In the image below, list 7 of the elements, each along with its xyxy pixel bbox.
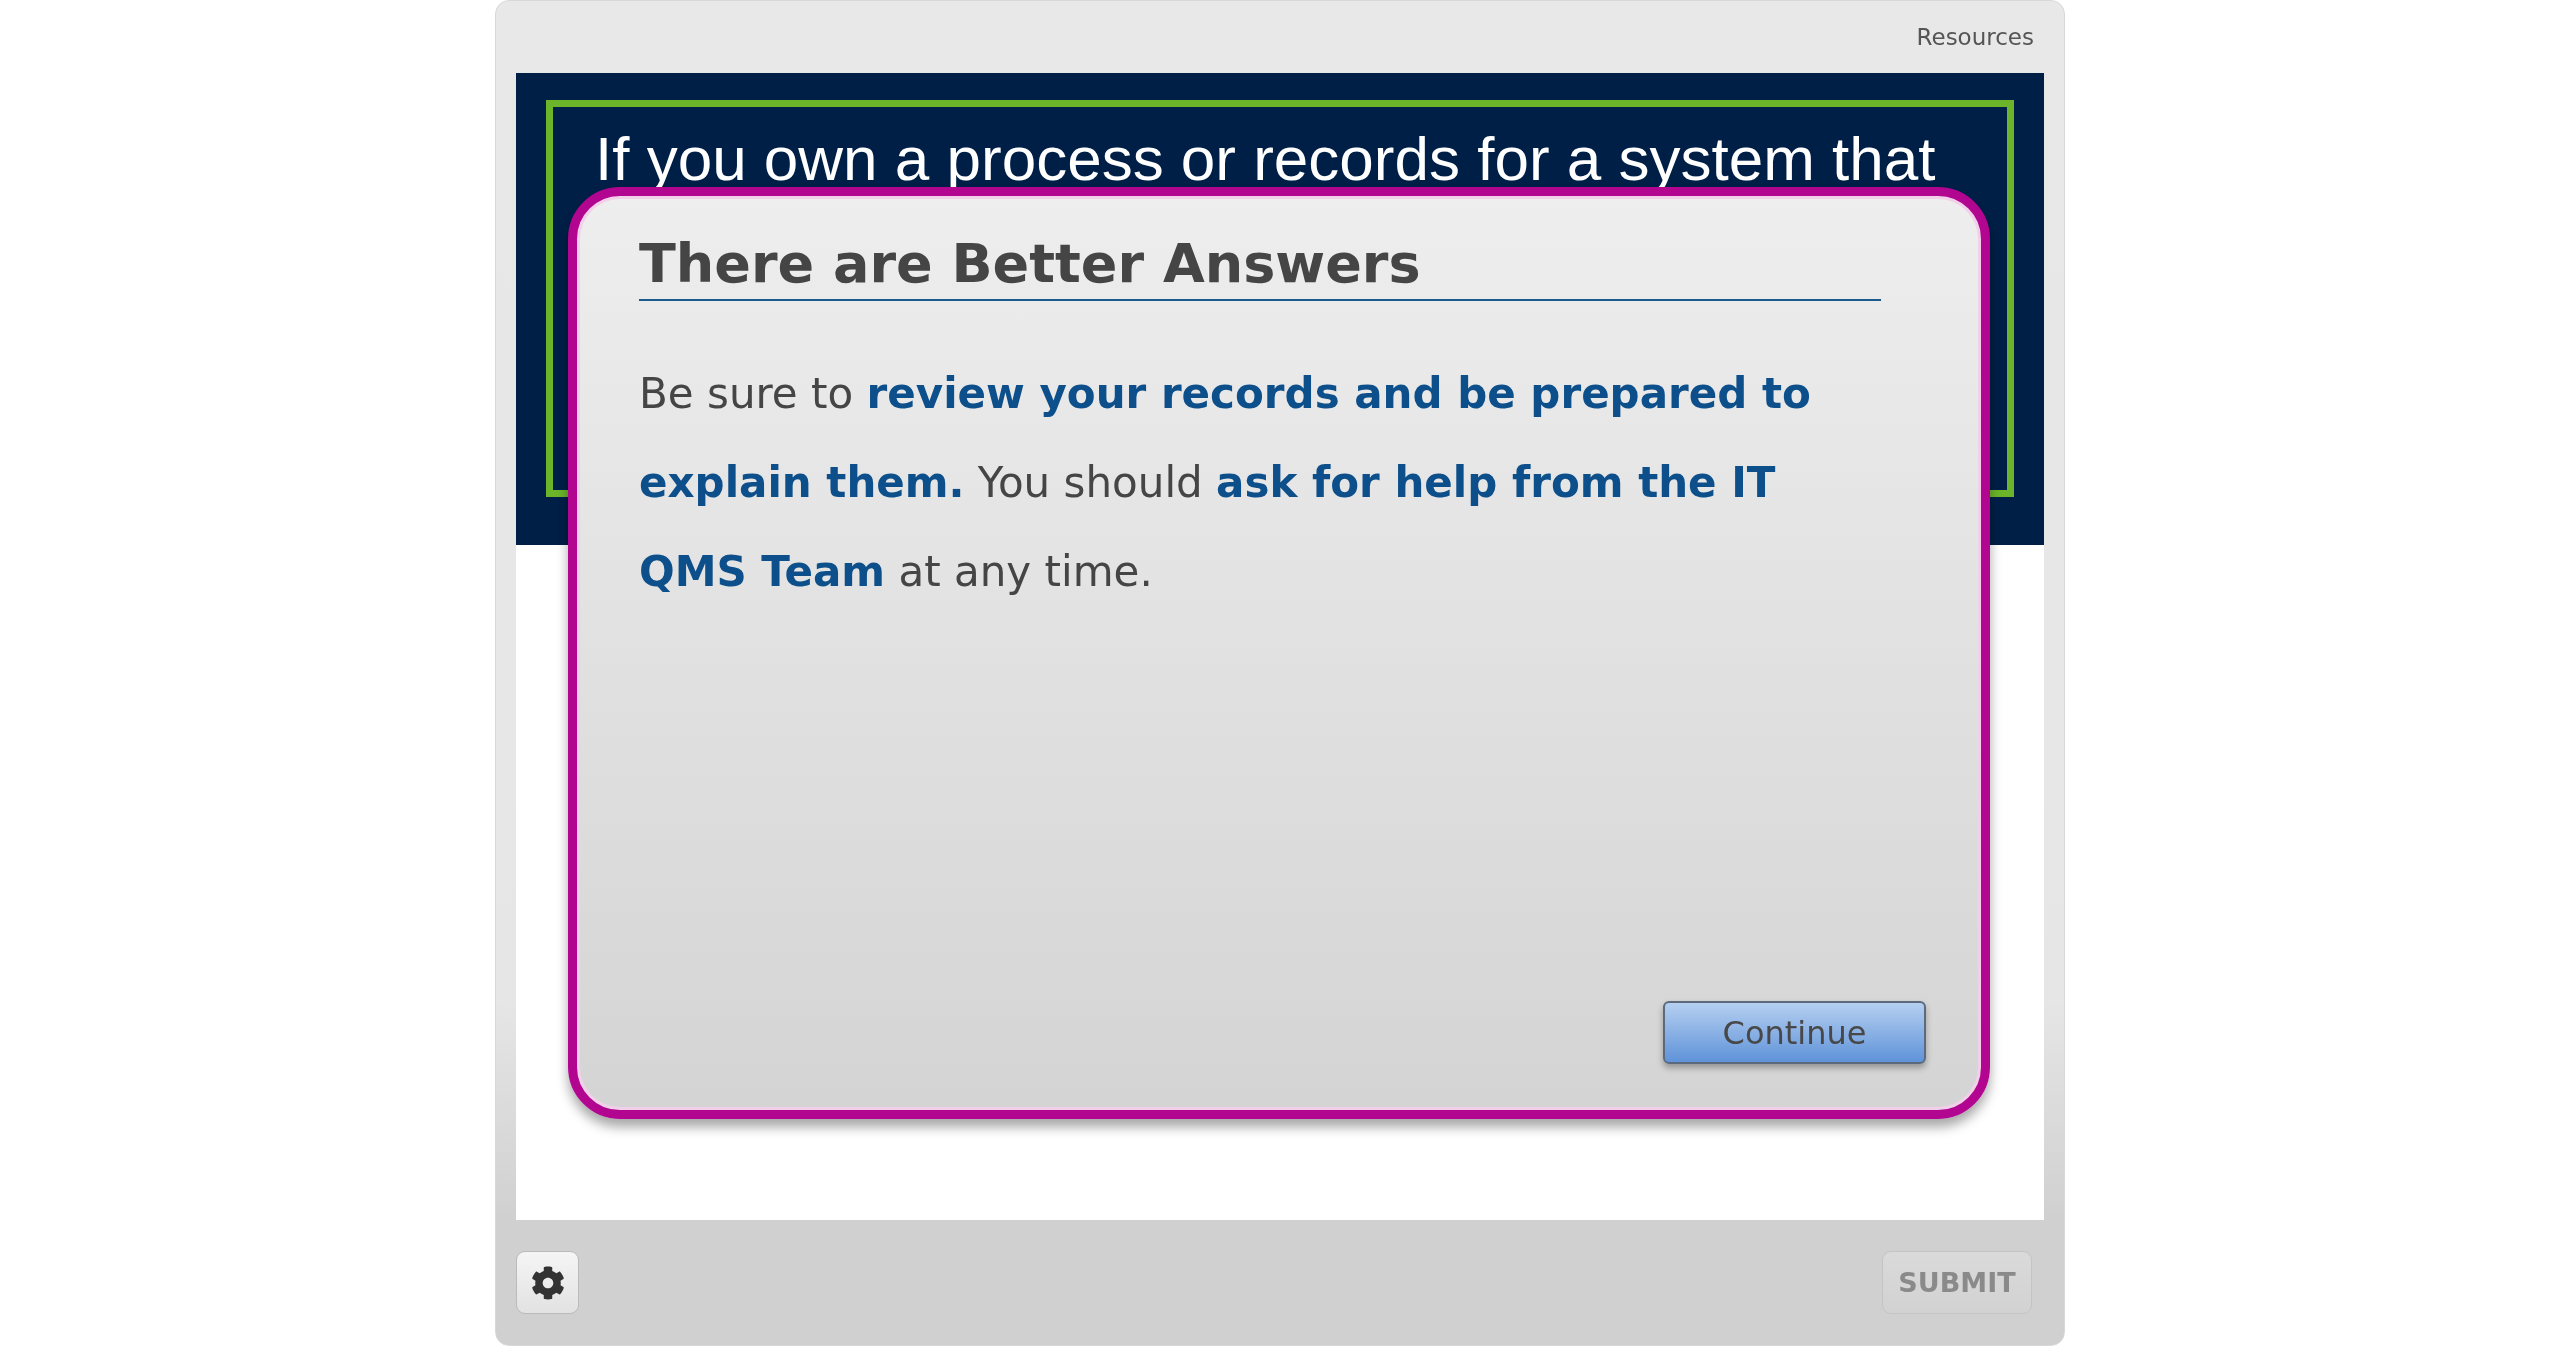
- settings-icon: [530, 1265, 565, 1300]
- dialog-title: There are Better Answers: [639, 232, 1881, 301]
- dialog-message: Be sure to review your records and be prepared to explain them. You should ask for help from the IT QMS Team at any time.: [639, 368, 1812, 598]
- continue-button[interactable]: Continue: [1663, 1001, 1926, 1064]
- resources-link[interactable]: Resources: [1916, 24, 2034, 50]
- settings-button[interactable]: [516, 1251, 579, 1314]
- banner-text: If you own a process or records for a system that: [595, 123, 1937, 194]
